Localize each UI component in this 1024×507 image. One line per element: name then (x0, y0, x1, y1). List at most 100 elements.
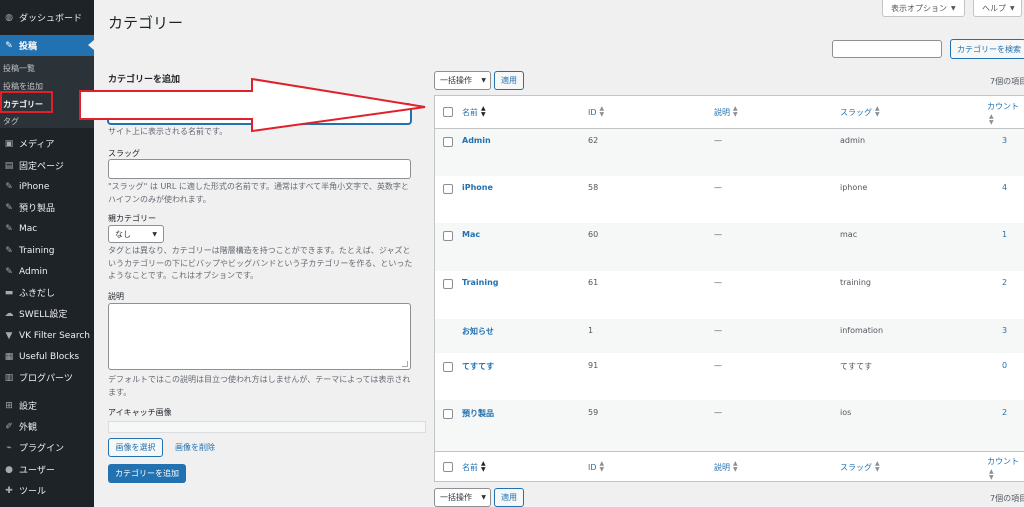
column-header-slug[interactable]: スラッグ ▲ ▼ (840, 106, 880, 118)
category-id: 59 (588, 408, 599, 417)
category-count-link[interactable]: 2 (1002, 278, 1007, 287)
category-name-link[interactable]: てすてす (462, 361, 494, 372)
apply-button-bottom[interactable]: 適用 (494, 488, 524, 507)
add-category-submit-button[interactable]: カテゴリーを追加 (108, 464, 186, 483)
sidebar-item-plugins[interactable]: ⌁ プラグイン (0, 437, 94, 458)
category-slug: training (840, 278, 871, 287)
category-count-link[interactable]: 2 (1002, 408, 1007, 417)
sidebar-item-settings[interactable]: ⊞ 設定 (0, 395, 94, 416)
row-checkbox[interactable] (443, 362, 453, 372)
sidebar-item-label: 外観 (19, 423, 38, 433)
category-description: — (714, 230, 722, 239)
sidebar-item-label: ふきだし (19, 289, 56, 299)
category-name-link[interactable]: Mac (462, 230, 480, 239)
bulk-action-select-top[interactable]: 一括操作 ▼ (434, 71, 491, 90)
sidebar-item-label: メディア (19, 140, 55, 150)
row-checkbox[interactable] (443, 409, 453, 419)
bulk-action-select-bottom[interactable]: 一括操作 ▼ (434, 488, 491, 507)
select-all-checkbox-bottom[interactable] (443, 462, 453, 472)
remove-image-link[interactable]: 画像を削除 (175, 442, 215, 453)
row-checkbox[interactable] (443, 137, 453, 147)
row-checkbox[interactable] (443, 184, 453, 194)
sidebar-item-dashboard[interactable]: ◍ ダッシュボード (0, 7, 94, 28)
sort-icon: ▲ ▼ (989, 113, 994, 126)
sidebar-item-training[interactable]: ✎ Training (0, 240, 94, 261)
select-image-button[interactable]: 画像を選択 (108, 438, 163, 457)
sort-icon: ▲ ▼ (875, 105, 880, 118)
sidebar-item-mac[interactable]: ✎ Mac (0, 218, 94, 239)
sidebar-item-admin[interactable]: ✎ Admin (0, 261, 94, 282)
column-header-name[interactable]: 名前 ▲ ▼ (462, 106, 486, 118)
row-checkbox[interactable] (443, 279, 453, 289)
submenu-all-posts[interactable]: 投稿一覧 (3, 63, 35, 74)
sidebar-item-label: ユーザー (19, 466, 55, 476)
page-icon: ▤ (4, 160, 14, 171)
sidebar-item-balloon[interactable]: ▬ ふきだし (0, 282, 94, 303)
column-header-description[interactable]: 説明 ▲ ▼ (714, 106, 738, 118)
column-footer-description[interactable]: 説明 ▲ ▼ (714, 461, 738, 473)
sidebar-item-swell-settings[interactable]: ☁ SWELL設定 (0, 303, 94, 324)
parent-category-label: 親カテゴリー (108, 214, 156, 223)
apply-button-top[interactable]: 適用 (494, 71, 524, 90)
sidebar-item-deposit-products[interactable]: ✎ 預り製品 (0, 197, 94, 218)
sort-icon: ▲ ▼ (733, 105, 738, 118)
chevron-down-icon: ▼ (481, 494, 486, 501)
select-all-checkbox[interactable] (443, 107, 453, 117)
column-header-label: 説明 (714, 462, 730, 472)
category-slug-input[interactable] (108, 159, 411, 179)
row-checkbox[interactable] (443, 231, 453, 241)
sidebar-item-users[interactable]: ● ユーザー (0, 459, 94, 480)
sidebar-item-posts[interactable]: ✎ 投稿 (0, 35, 94, 56)
category-count-link[interactable]: 4 (1002, 183, 1007, 192)
sidebar-item-tools[interactable]: ✚ ツール (0, 480, 94, 501)
page-title: カテゴリー (108, 14, 184, 32)
category-id: 58 (588, 183, 599, 192)
sidebar-item-useful-blocks[interactable]: ▦ Useful Blocks (0, 346, 94, 367)
category-name-link[interactable]: Admin (462, 136, 491, 145)
sidebar-item-label: SWELL設定 (19, 310, 68, 320)
sidebar-item-iphone[interactable]: ✎ iPhone (0, 176, 94, 197)
column-footer-slug[interactable]: スラッグ ▲ ▼ (840, 461, 880, 473)
parent-category-select[interactable]: なし ▼ (108, 225, 164, 243)
column-footer-id[interactable]: ID ▲ ▼ (588, 461, 604, 473)
add-category-heading: カテゴリーを追加 (108, 75, 181, 85)
sidebar-item-label: VK Filter Search (19, 330, 90, 341)
column-footer-name[interactable]: 名前 ▲ ▼ (462, 461, 486, 473)
category-name-input[interactable] (108, 104, 411, 124)
table-row: てすてす 91 — てすてす 0 (435, 353, 1024, 400)
category-count-link[interactable]: 1 (1002, 230, 1007, 239)
screen-options-button[interactable]: 表示オプション ▼ (882, 0, 965, 17)
bulk-action-value: 一括操作 (440, 76, 472, 85)
sidebar-item-appearance[interactable]: ✐ 外観 (0, 416, 94, 437)
slug-label: スラッグ (108, 149, 140, 158)
category-name-link[interactable]: お知らせ (462, 326, 494, 337)
category-name-link[interactable]: 預り製品 (462, 408, 494, 419)
column-header-label: 名前 (462, 107, 478, 117)
column-header-label: ID (588, 462, 597, 472)
category-name-link[interactable]: Training (462, 278, 499, 287)
category-count-link[interactable]: 0 (1002, 361, 1007, 370)
category-search-input[interactable] (832, 40, 942, 58)
category-name-link[interactable]: iPhone (462, 183, 493, 192)
sidebar-item-blog-parts[interactable]: ▥ ブログパーツ (0, 367, 94, 388)
submenu-tags[interactable]: タグ (3, 116, 19, 127)
sidebar-item-vk-filter-search[interactable]: ▼ VK Filter Search (0, 325, 94, 346)
sort-icon: ▲ ▼ (733, 460, 738, 473)
column-header-id[interactable]: ID ▲ ▼ (588, 106, 604, 118)
column-footer-count[interactable]: カウント ▲ ▼ (987, 456, 1019, 481)
pin-icon: ✎ (5, 181, 13, 192)
search-categories-button[interactable]: カテゴリーを検索 (950, 39, 1024, 59)
sidebar-item-label: 固定ページ (19, 162, 64, 172)
column-header-label: ID (588, 107, 597, 117)
column-header-count[interactable]: カウント ▲ ▼ (987, 101, 1019, 126)
help-button[interactable]: ヘルプ ▼ (973, 0, 1022, 17)
category-id: 1 (588, 326, 594, 335)
category-count-link[interactable]: 3 (1002, 326, 1007, 335)
user-icon: ● (5, 464, 13, 475)
column-header-label: スラッグ (840, 107, 872, 117)
sidebar-item-pages[interactable]: ▤ 固定ページ (0, 155, 94, 176)
category-count-link[interactable]: 3 (1002, 136, 1007, 145)
category-description-textarea[interactable] (108, 303, 411, 370)
sidebar-item-media[interactable]: ▣ メディア (0, 133, 94, 154)
table-row: Admin 62 — admin 3 (435, 129, 1024, 176)
